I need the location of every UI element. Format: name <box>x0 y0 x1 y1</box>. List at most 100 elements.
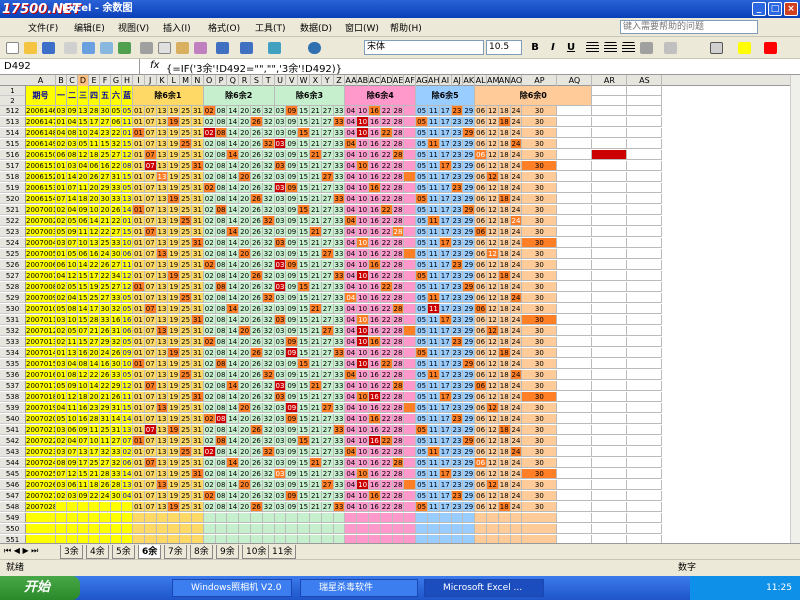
cell[interactable]: 10 <box>357 260 369 270</box>
cell[interactable]: 24 <box>510 249 523 259</box>
cell[interactable]: 04 <box>345 370 358 380</box>
cell[interactable]: 05 <box>416 326 428 336</box>
cell[interactable] <box>321 513 334 523</box>
cell[interactable] <box>100 524 111 534</box>
cell[interactable] <box>592 524 628 534</box>
cell[interactable]: 31 <box>192 271 204 281</box>
align-center-icon[interactable] <box>604 42 617 54</box>
cell[interactable]: 08 <box>215 271 228 281</box>
cell[interactable]: 10 <box>357 370 369 380</box>
cell[interactable]: 10 <box>357 469 369 479</box>
cell[interactable]: 13 <box>122 194 133 204</box>
cell[interactable]: 06 <box>475 117 487 127</box>
cell[interactable]: 02 <box>56 293 67 303</box>
cell[interactable] <box>428 513 440 523</box>
cell[interactable]: 08 <box>67 128 78 138</box>
cell[interactable]: 09 <box>286 447 299 457</box>
cell[interactable] <box>557 403 593 413</box>
cell[interactable]: 10 <box>357 491 369 501</box>
cell[interactable]: 19 <box>168 293 181 303</box>
cell[interactable]: 07 <box>144 491 157 501</box>
cell[interactable]: 01 <box>133 183 145 193</box>
cell[interactable]: 32 <box>262 315 275 325</box>
cell[interactable]: 30 <box>522 370 558 380</box>
cell[interactable]: 16 <box>369 194 381 204</box>
cell[interactable]: 24 <box>510 414 523 424</box>
align-left-icon[interactable] <box>586 42 599 54</box>
cell[interactable]: 33 <box>333 205 346 215</box>
sheet-tab[interactable]: 7余 <box>164 545 187 559</box>
cell[interactable] <box>627 96 663 106</box>
cell[interactable]: 09 <box>286 414 299 424</box>
cell[interactable]: 30 <box>111 491 122 501</box>
cell[interactable]: 32 <box>262 447 275 457</box>
cell[interactable] <box>592 348 628 358</box>
cell[interactable]: 14 <box>227 238 240 248</box>
cell[interactable]: 05 <box>416 150 428 160</box>
cell[interactable]: 32 <box>262 359 275 369</box>
cell[interactable] <box>404 205 417 215</box>
cell[interactable]: 31 <box>192 260 204 270</box>
cell[interactable]: 32 <box>262 337 275 347</box>
cell[interactable]: 32 <box>262 348 275 358</box>
cell[interactable] <box>111 524 122 534</box>
cell[interactable]: 08 <box>215 106 228 116</box>
cell[interactable]: 26 <box>251 370 263 380</box>
cell[interactable]: 32 <box>262 425 275 435</box>
cell[interactable]: 27 <box>321 304 334 314</box>
cell[interactable]: 16 <box>369 227 381 237</box>
cell[interactable] <box>404 337 417 347</box>
cell[interactable]: 22 <box>380 502 393 512</box>
taskbar-task[interactable]: 瑞星杀毒软件 <box>300 579 418 597</box>
cell[interactable]: 14 <box>227 337 240 347</box>
cell[interactable] <box>274 513 287 523</box>
cell[interactable]: 24 <box>510 447 523 457</box>
cell[interactable]: 32 <box>262 117 275 127</box>
cell[interactable]: 30 <box>522 139 558 149</box>
cell[interactable]: 26 <box>251 502 263 512</box>
cell[interactable]: 10 <box>357 425 369 435</box>
copy-icon[interactable] <box>158 42 171 54</box>
cell[interactable] <box>404 161 417 171</box>
cell[interactable]: 20 <box>78 172 89 182</box>
cell[interactable]: 14 <box>227 458 240 468</box>
cell[interactable]: 21 <box>310 282 322 292</box>
cell[interactable]: 17 <box>439 326 452 336</box>
cell[interactable] <box>557 491 593 501</box>
cell[interactable] <box>404 326 417 336</box>
cell[interactable] <box>522 524 558 534</box>
cell[interactable]: 01 <box>122 216 133 226</box>
cell[interactable]: 2007004 <box>26 238 56 248</box>
cell[interactable] <box>627 194 663 204</box>
cell[interactable]: 21 <box>310 227 322 237</box>
cell[interactable]: 18 <box>498 326 511 336</box>
cell[interactable]: 16 <box>369 348 381 358</box>
cell[interactable]: 08 <box>67 304 78 314</box>
cell[interactable] <box>404 117 417 127</box>
cell[interactable] <box>404 271 417 281</box>
cell[interactable]: 05 <box>416 128 428 138</box>
cell[interactable]: 06 <box>475 392 487 402</box>
cell[interactable]: 04 <box>345 161 358 171</box>
column-header[interactable]: AJ <box>452 75 464 86</box>
cell[interactable]: 30 <box>522 392 558 402</box>
cell[interactable]: 07 <box>144 128 157 138</box>
cell[interactable]: 16 <box>369 491 381 501</box>
cell[interactable]: 15 <box>122 172 133 182</box>
cell[interactable]: 21 <box>310 370 322 380</box>
cell[interactable]: 27 <box>321 282 334 292</box>
sheet-tab[interactable]: 6余 <box>138 545 162 559</box>
cell[interactable]: 25 <box>180 348 192 358</box>
cell[interactable]: 12 <box>122 381 133 391</box>
cell[interactable]: 22 <box>380 315 393 325</box>
cell[interactable]: 18 <box>498 425 511 435</box>
cell[interactable]: 08 <box>215 326 228 336</box>
cell[interactable]: 06 <box>78 216 89 226</box>
cell[interactable]: 22 <box>380 293 393 303</box>
cell[interactable]: 09 <box>286 194 299 204</box>
cell[interactable]: 19 <box>168 205 181 215</box>
cell[interactable] <box>404 106 417 116</box>
cell[interactable]: 23 <box>451 150 464 160</box>
cell[interactable]: 05 <box>122 304 133 314</box>
cell[interactable]: 13 <box>156 150 169 160</box>
